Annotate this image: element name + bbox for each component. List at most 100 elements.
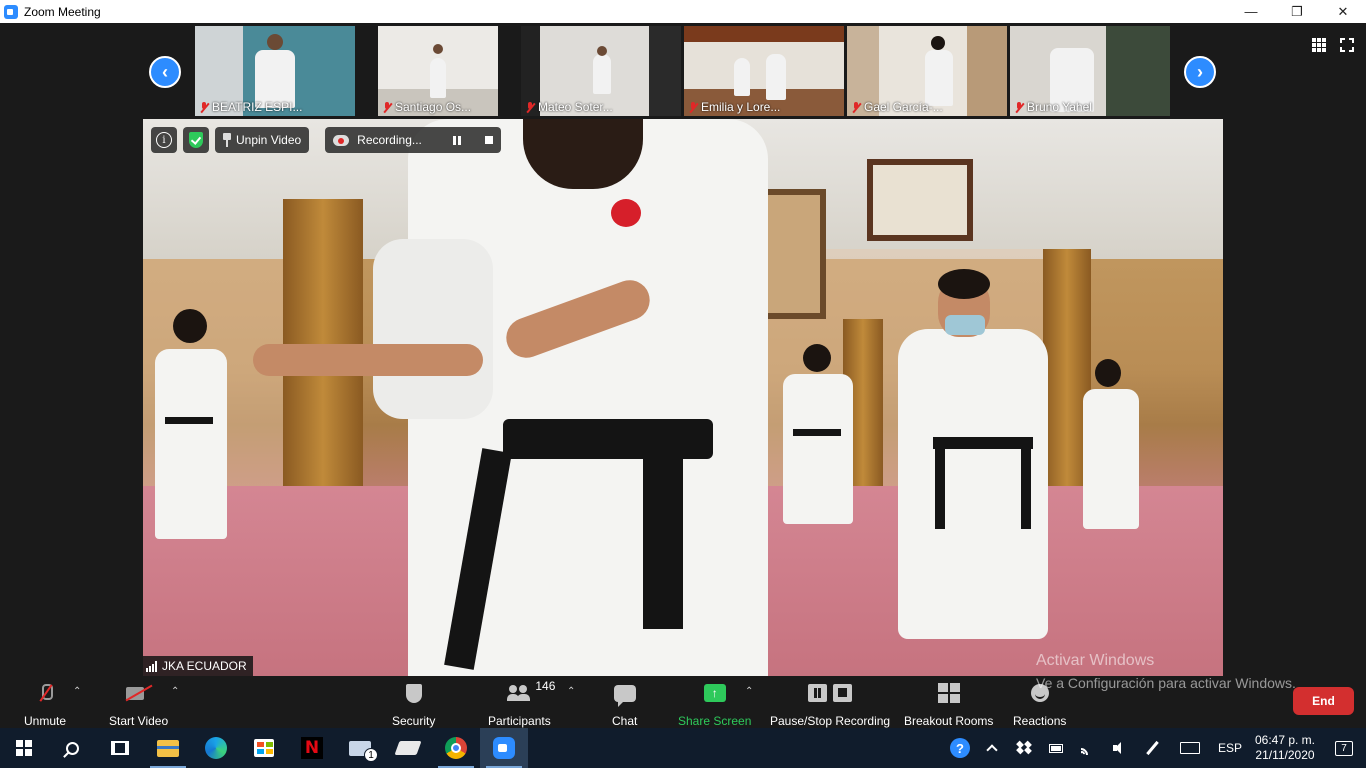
share-screen-button[interactable]: ↑ Share Screen: [678, 679, 751, 728]
participant-thumbnail[interactable]: Gael García-...: [847, 26, 1007, 116]
share-screen-label: Share Screen: [678, 714, 752, 728]
participant-name: Bruno Yahel: [1027, 100, 1092, 114]
wifi-icon: [1081, 741, 1095, 755]
tray-dropbox[interactable]: [1008, 728, 1040, 768]
taskbar-app-book[interactable]: [384, 728, 432, 768]
start-button[interactable]: [0, 728, 48, 768]
tray-pen[interactable]: [1136, 728, 1168, 768]
taskbar-zoom[interactable]: [480, 728, 528, 768]
filmstrip-prev-button[interactable]: ‹: [149, 56, 181, 88]
netflix-icon: N: [301, 737, 323, 759]
info-icon: i: [156, 132, 172, 148]
mic-muted-icon: [1014, 101, 1024, 113]
taskbar-store[interactable]: [240, 728, 288, 768]
pause-stop-recording-button[interactable]: Pause/Stop Recording: [770, 679, 890, 728]
participant-name: BEATRIZ ESPI...: [212, 100, 303, 114]
clock-time: 06:47 p. m.: [1254, 733, 1316, 747]
video-options-caret[interactable]: ⌃: [171, 686, 179, 697]
task-view-icon: [111, 741, 129, 755]
recording-label: Recording...: [357, 133, 422, 147]
search-icon: [65, 741, 79, 755]
participant-thumbnail[interactable]: Emilia y Lore...: [684, 26, 844, 116]
chat-button[interactable]: Chat: [612, 679, 637, 728]
filmstrip-next-button[interactable]: ›: [1184, 56, 1216, 88]
participants-icon: [507, 685, 531, 701]
share-screen-icon: ↑: [703, 684, 726, 702]
tray-battery[interactable]: [1040, 728, 1072, 768]
system-tray: ? ESP 06:47 p. m. 21/11/2020 7: [944, 728, 1366, 768]
pause-recording-icon[interactable]: [453, 135, 462, 145]
start-video-button[interactable]: Start Video: [109, 679, 168, 728]
participant-thumbnail[interactable]: Santiago Os...: [378, 26, 498, 116]
taskbar-edge[interactable]: [192, 728, 240, 768]
mic-muted-icon: [382, 101, 392, 113]
watermark-line-1: Activar Windows: [1036, 652, 1155, 669]
battery-icon: [1049, 743, 1063, 753]
gallery-view-icon[interactable]: [1312, 38, 1326, 52]
meeting-info-button[interactable]: i: [151, 127, 177, 153]
participants-button[interactable]: 146 Participants: [488, 679, 555, 728]
close-button[interactable]: ✕: [1320, 0, 1366, 23]
store-icon: [254, 739, 274, 757]
shield-icon: [405, 683, 422, 703]
signal-strength-icon: [146, 660, 157, 672]
pin-icon: [223, 133, 231, 147]
unmute-label: Unmute: [24, 714, 67, 728]
main-video[interactable]: i Unpin Video Recording... JKA ECUADOR: [143, 119, 1223, 676]
show-hidden-icons[interactable]: [976, 728, 1008, 768]
chevron-right-icon: ›: [1197, 61, 1203, 82]
stop-recording-icon[interactable]: [485, 136, 494, 144]
participants-count: 146: [535, 679, 556, 693]
tray-volume[interactable]: [1104, 728, 1136, 768]
restore-button[interactable]: ❐: [1274, 0, 1320, 23]
security-label: Security: [392, 714, 436, 728]
taskbar-netflix[interactable]: N: [288, 728, 336, 768]
participant-name: Gael García-...: [864, 100, 943, 114]
breakout-rooms-button[interactable]: Breakout Rooms: [904, 679, 993, 728]
window-title: Zoom Meeting: [24, 4, 101, 19]
participants-options-caret[interactable]: ⌃: [567, 686, 575, 697]
end-meeting-button[interactable]: End: [1293, 687, 1354, 715]
search-button[interactable]: [48, 728, 96, 768]
fullscreen-icon[interactable]: [1340, 38, 1354, 52]
participant-thumbnail[interactable]: Mateo Soter...: [521, 26, 681, 116]
video-off-icon: [125, 685, 152, 701]
watermark-line-2: Ve a Configuración para activar Windows.: [1036, 675, 1296, 691]
action-center-button[interactable]: 7: [1322, 728, 1366, 768]
participant-name: Mateo Soter...: [538, 100, 613, 114]
taskbar-chrome[interactable]: [432, 728, 480, 768]
volume-icon: [1113, 742, 1127, 754]
folder-icon: [157, 739, 179, 757]
participants-label: Participants: [488, 714, 551, 728]
mic-muted-icon: [199, 101, 209, 113]
tray-keyboard[interactable]: [1168, 728, 1212, 768]
shield-check-icon: [189, 132, 203, 148]
recording-controls-icon: [808, 684, 853, 702]
minimize-button[interactable]: —: [1228, 0, 1274, 23]
speaker-name-tag: JKA ECUADOR: [143, 656, 253, 676]
share-options-caret[interactable]: ⌃: [745, 686, 753, 697]
security-button[interactable]: Security: [392, 679, 435, 728]
tray-help[interactable]: ?: [944, 728, 976, 768]
notifications-icon: 7: [1335, 740, 1353, 756]
chat-label: Chat: [612, 714, 638, 728]
reactions-label: Reactions: [1013, 714, 1067, 728]
taskbar-file-explorer[interactable]: [144, 728, 192, 768]
participant-thumbnail[interactable]: Bruno Yahel: [1010, 26, 1170, 116]
cloud-recording-icon: [333, 134, 350, 146]
participant-thumbnail[interactable]: BEATRIZ ESPI...: [195, 26, 355, 116]
breakout-rooms-icon: [937, 683, 960, 703]
unmute-button[interactable]: Unmute: [24, 679, 66, 728]
dropbox-icon: [1016, 740, 1032, 755]
input-language[interactable]: ESP: [1212, 741, 1248, 755]
tray-wifi[interactable]: [1072, 728, 1104, 768]
unpin-video-button[interactable]: Unpin Video: [215, 127, 310, 153]
system-clock[interactable]: 06:47 p. m. 21/11/2020: [1248, 733, 1322, 763]
taskbar-mail[interactable]: 1: [336, 728, 384, 768]
audio-options-caret[interactable]: ⌃: [73, 686, 81, 697]
pen-icon: [1145, 740, 1159, 756]
clock-date: 21/11/2020: [1255, 748, 1315, 762]
encryption-button[interactable]: [183, 127, 209, 153]
task-view-button[interactable]: [96, 728, 144, 768]
mic-muted-icon: [851, 101, 861, 113]
